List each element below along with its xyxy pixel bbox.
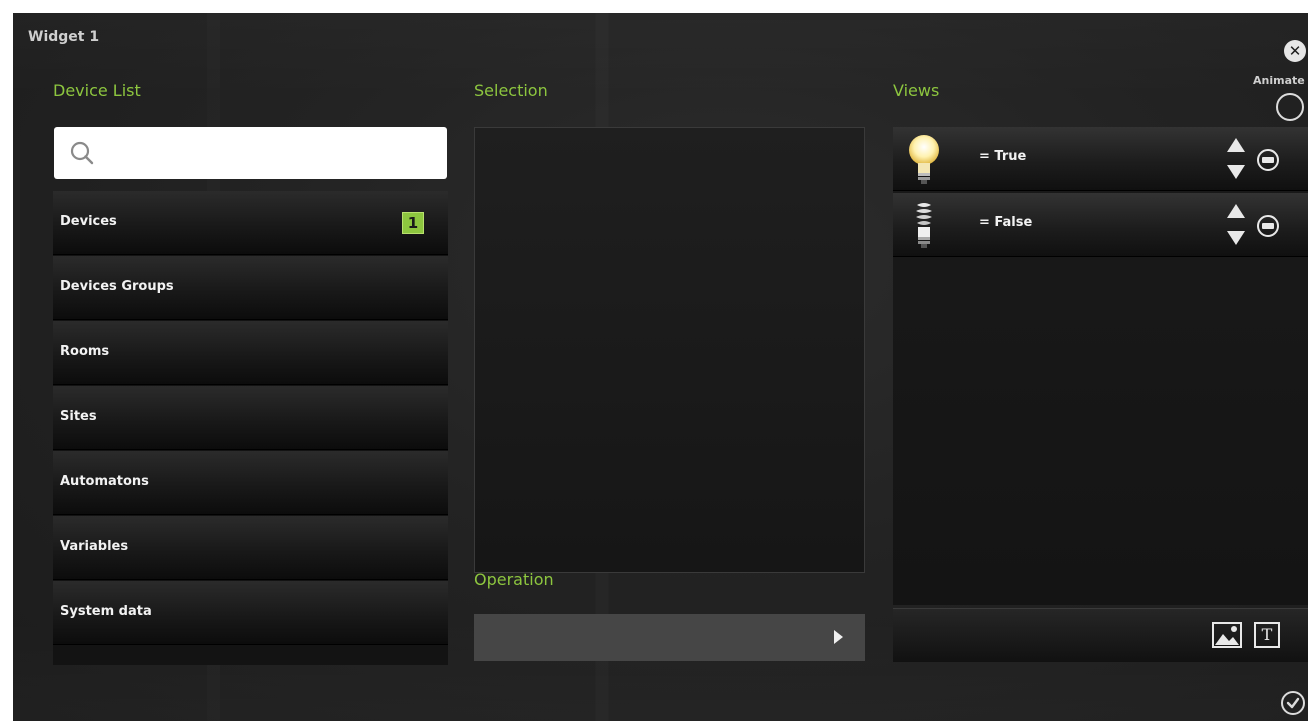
view-label: = True xyxy=(979,149,1027,164)
text-icon[interactable]: T xyxy=(1254,622,1280,648)
text-icon-glyph: T xyxy=(1261,625,1273,644)
animate-toggle[interactable] xyxy=(1276,93,1304,121)
category-item-devices[interactable]: Devices 1 xyxy=(53,191,448,255)
checkmark-icon xyxy=(1286,697,1300,709)
category-label: System data xyxy=(60,604,152,619)
views-heading: Views xyxy=(893,81,940,100)
count-badge: 1 xyxy=(402,212,424,234)
widget-editor-window: Widget 1 ✕ Animate Device List Devices 1… xyxy=(13,13,1308,721)
category-label: Devices xyxy=(60,214,117,229)
search-icon xyxy=(70,141,94,165)
category-item-sites[interactable]: Sites xyxy=(53,386,448,450)
category-label: Sites xyxy=(60,409,97,424)
category-label: Rooms xyxy=(60,344,110,359)
selection-heading: Selection xyxy=(474,81,548,100)
views-list: = True = False xyxy=(893,127,1308,605)
remove-view-button[interactable] xyxy=(1257,215,1279,237)
move-up-icon[interactable] xyxy=(1227,204,1245,218)
image-icon[interactable] xyxy=(1212,622,1242,648)
category-item-automatons[interactable]: Automatons xyxy=(53,451,448,515)
category-label: Devices Groups xyxy=(60,279,174,294)
move-up-icon[interactable] xyxy=(1227,138,1245,152)
view-item-true[interactable]: = True xyxy=(893,127,1308,191)
device-search-input[interactable] xyxy=(106,137,440,171)
bulb-on-icon xyxy=(909,135,939,184)
device-search-box[interactable] xyxy=(54,127,447,179)
move-down-icon[interactable] xyxy=(1227,165,1245,179)
views-toolbar: T xyxy=(893,608,1308,662)
close-icon: ✕ xyxy=(1288,42,1302,60)
play-arrow-icon xyxy=(834,630,843,644)
category-item-rooms[interactable]: Rooms xyxy=(53,321,448,385)
window-title: Widget 1 xyxy=(28,29,100,45)
view-label: = False xyxy=(979,215,1033,230)
category-item-devices-groups[interactable]: Devices Groups xyxy=(53,256,448,320)
animate-label: Animate xyxy=(1253,74,1305,87)
confirm-button[interactable] xyxy=(1281,691,1305,715)
category-label: Variables xyxy=(60,539,129,554)
category-list: Devices 1 Devices Groups Rooms Sites Aut… xyxy=(53,191,448,665)
operation-heading: Operation xyxy=(474,570,554,589)
bulb-off-icon xyxy=(916,203,932,248)
operation-selector[interactable] xyxy=(474,614,865,661)
selection-area[interactable] xyxy=(474,127,865,573)
device-list-heading: Device List xyxy=(53,81,141,100)
remove-view-button[interactable] xyxy=(1257,149,1279,171)
close-button[interactable]: ✕ xyxy=(1284,40,1306,62)
category-item-system-data[interactable]: System data xyxy=(53,581,448,645)
view-item-false[interactable]: = False xyxy=(893,193,1308,257)
category-item-variables[interactable]: Variables xyxy=(53,516,448,580)
move-down-icon[interactable] xyxy=(1227,231,1245,245)
category-label: Automatons xyxy=(60,474,149,489)
